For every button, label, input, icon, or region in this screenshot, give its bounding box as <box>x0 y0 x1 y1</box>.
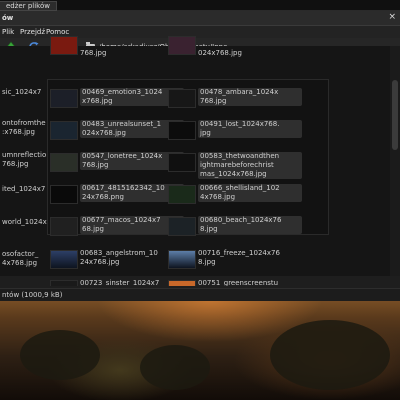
thumbnail <box>168 280 196 286</box>
file-name: 00666_shellisland_102 4x768.jpg <box>198 184 302 202</box>
thumbnail <box>50 153 78 172</box>
list-item[interactable]: 00547_lonetree_1024x 768.jpg <box>50 150 184 176</box>
file-name: 00478_ambara_1024x 768.jpg <box>198 88 302 106</box>
file-name: 00491_lost_1024x768. jpg <box>198 120 302 138</box>
taskbar-window-label: edżer plików <box>6 2 50 10</box>
thumbnail <box>168 121 196 140</box>
list-item[interactable]: 00617_4815162342_10 24x768.png <box>50 182 184 208</box>
file-name: 00683_angelstrom_10 24x768.jpg <box>80 249 158 266</box>
thumbnail <box>168 250 196 269</box>
list-item[interactable]: 00666_shellisland_102 4x768.jpg <box>168 182 302 208</box>
menu-file[interactable]: Plik <box>2 28 14 36</box>
thumbnail <box>168 153 196 172</box>
statusbar: ntów (1000,9 kB) <box>0 288 400 301</box>
list-item[interactable]: 00680_beach_1024x76 8.jpg <box>168 214 302 240</box>
file-name-partial[interactable]: ontofromthe :x768.jpg <box>2 119 46 137</box>
list-item[interactable]: 00723_sinster_1024x7 <box>50 278 170 286</box>
file-name: 00583_thetwoandthen ightmarebeforechrist… <box>198 152 302 179</box>
list-item[interactable]: 00483_unrealsunset_1 024x768.jpg <box>50 118 184 144</box>
list-item[interactable]: 00683_angelstrom_10 24x768.jpg <box>50 247 170 273</box>
file-name-partial[interactable]: world_1024x <box>2 218 47 227</box>
thumbnail <box>50 36 78 55</box>
file-name: 00723_sinster_1024x7 <box>80 279 160 286</box>
thumbnail <box>50 185 78 204</box>
menu-help[interactable]: Pomoc <box>46 28 69 36</box>
thumbnail <box>50 121 78 140</box>
file-name-partial[interactable]: osofactor_ 4x768.jpg <box>2 250 46 268</box>
file-name: 00680_beach_1024x76 8.jpg <box>198 216 302 234</box>
list-item[interactable]: 00478_ambara_1024x 768.jpg <box>168 86 302 112</box>
window-titlebar[interactable]: ów × <box>0 11 400 26</box>
vertical-scrollbar[interactable] <box>390 46 400 276</box>
list-item[interactable]: 00491_lost_1024x768. jpg <box>168 118 302 144</box>
menu-go[interactable]: Przejdź <box>20 28 45 36</box>
close-icon[interactable]: × <box>388 13 396 22</box>
thumbnail <box>50 89 78 108</box>
scrollbar-thumb[interactable] <box>392 80 398 150</box>
file-name: 024x768.jpg <box>198 49 242 57</box>
thumbnail <box>168 185 196 204</box>
taskbar: edżer plików <box>0 0 400 11</box>
thumbnail <box>168 89 196 108</box>
list-item[interactable]: 00716_freeze_1024x76 8.jpg <box>168 247 288 273</box>
desktop-wallpaper <box>0 290 400 400</box>
list-item[interactable]: 00583_thetwoandthen ightmarebeforechrist… <box>168 150 302 179</box>
window-title: ów <box>2 14 14 22</box>
thumbnail <box>50 250 78 269</box>
file-name: 768.jpg <box>80 49 107 57</box>
thumbnail <box>50 280 78 286</box>
list-item[interactable]: 024x768.jpg <box>168 36 278 72</box>
thumbnail <box>168 36 196 55</box>
taskbar-window-button[interactable]: edżer plików <box>0 1 57 11</box>
status-text: ntów (1000,9 kB) <box>2 291 63 299</box>
list-item[interactable]: 00677_macos_1024x7 68.jpg <box>50 214 184 240</box>
file-name: 00751_greenscreenstu <box>198 279 279 286</box>
thumbnail <box>168 217 196 236</box>
file-name: 00716_freeze_1024x76 8.jpg <box>198 249 280 266</box>
thumbnail <box>50 217 78 236</box>
list-item[interactable]: 00469_emotion3_1024 x768.jpg <box>50 86 184 112</box>
file-name-partial[interactable]: sic_1024x7 <box>2 88 46 97</box>
list-item[interactable]: 00751_greenscreenstu <box>168 278 288 286</box>
file-name-partial[interactable]: umnreflectio 768.jpg <box>2 151 46 169</box>
list-item[interactable]: 768.jpg <box>50 36 160 72</box>
file-name-partial[interactable]: ited_1024x7 <box>2 185 46 194</box>
